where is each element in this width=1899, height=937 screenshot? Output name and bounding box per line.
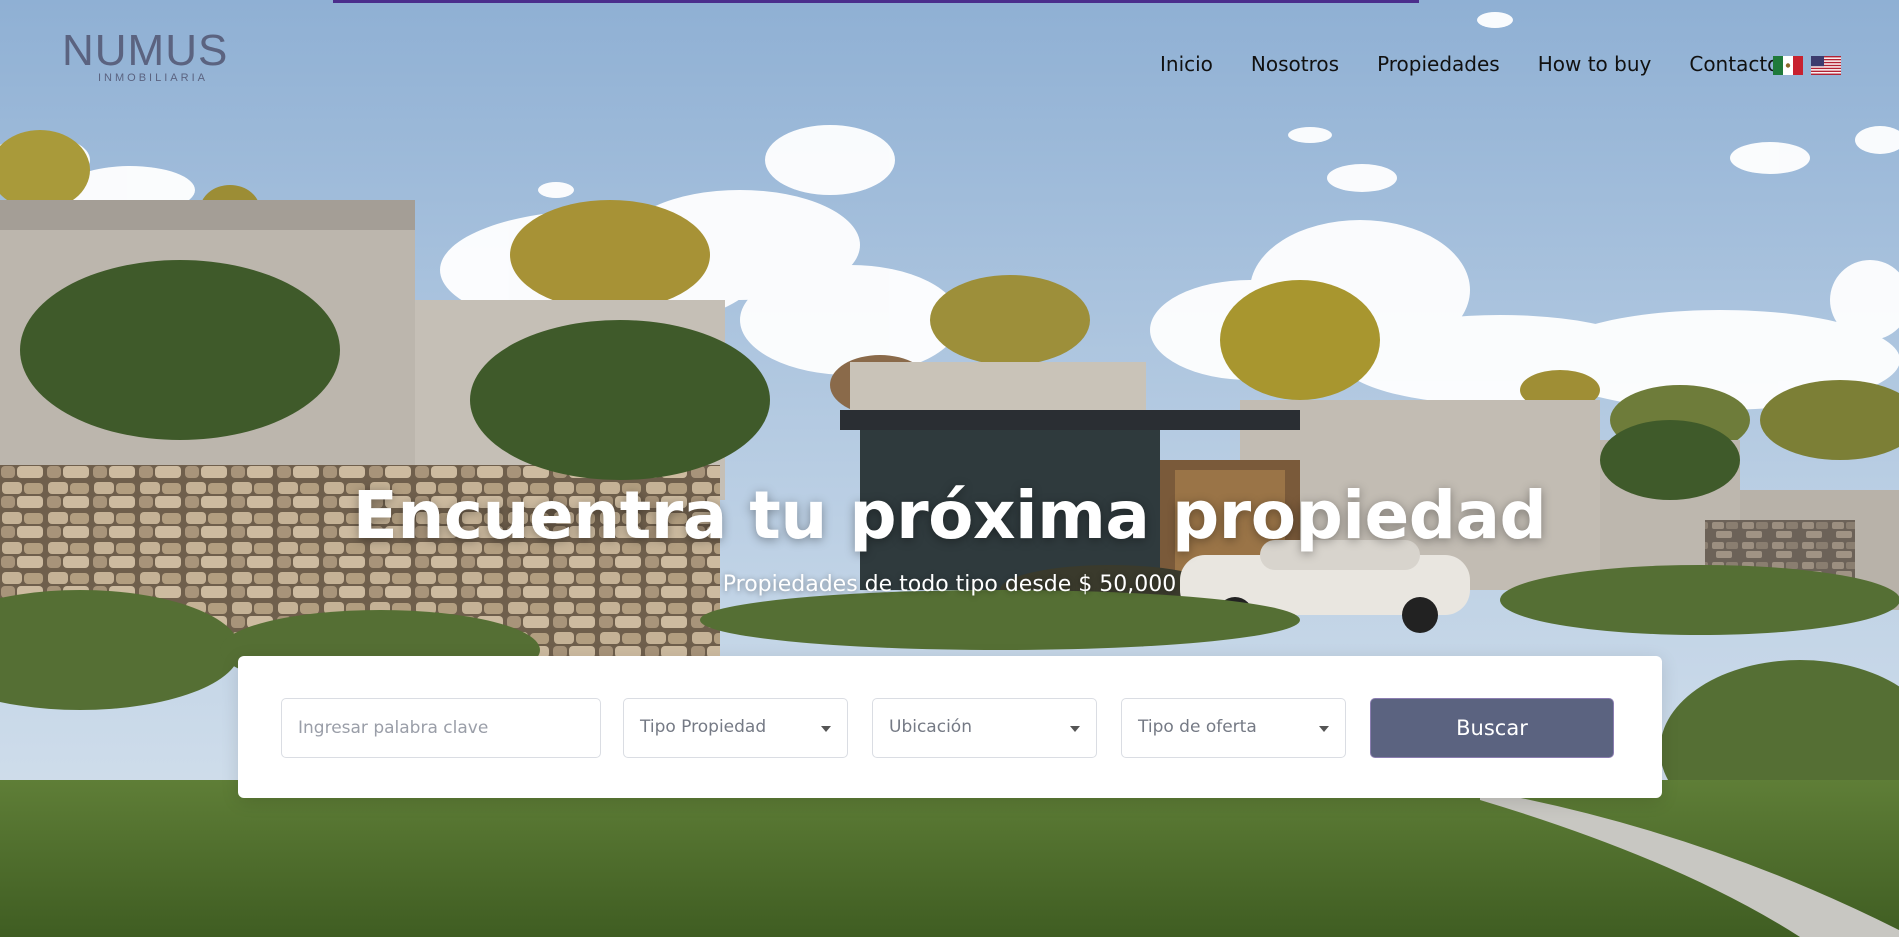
offer-type-label: Tipo de oferta — [1138, 717, 1257, 737]
hero-subtitle: Propiedades de todo tipo desde $ 50,000 — [722, 572, 1177, 597]
language-switcher — [1773, 56, 1841, 75]
top-accent-bar — [333, 0, 1419, 3]
nav-item-contacto[interactable]: Contacto — [1689, 52, 1779, 76]
usa-flag-icon[interactable] — [1811, 56, 1841, 75]
chevron-down-icon — [1319, 726, 1329, 732]
chevron-down-icon — [821, 726, 831, 732]
search-button[interactable]: Buscar — [1370, 698, 1614, 758]
property-search-panel: Tipo Propiedad Ubicación Tipo de oferta … — [238, 656, 1662, 798]
offer-type-select[interactable]: Tipo de oferta — [1121, 698, 1346, 758]
nav-item-how-to-buy[interactable]: How to buy — [1538, 52, 1652, 76]
property-type-select[interactable]: Tipo Propiedad — [623, 698, 848, 758]
main-navigation: Inicio Nosotros Propiedades How to buy C… — [1160, 52, 1817, 76]
nav-item-nosotros[interactable]: Nosotros — [1251, 52, 1339, 76]
property-type-label: Tipo Propiedad — [640, 717, 767, 737]
brand-name: NUMUS — [62, 26, 229, 75]
hero-title: Encuentra tu próxima propiedad — [352, 477, 1547, 554]
chevron-down-icon — [1070, 726, 1080, 732]
nav-item-propiedades[interactable]: Propiedades — [1377, 52, 1500, 76]
location-label: Ubicación — [889, 717, 972, 737]
nav-item-inicio[interactable]: Inicio — [1160, 52, 1213, 76]
brand-logo[interactable]: NUMUS INMOBILIARIA — [62, 28, 238, 86]
mexico-flag-icon[interactable] — [1773, 56, 1803, 75]
brand-tagline: INMOBILIARIA — [98, 72, 208, 84]
location-select[interactable]: Ubicación — [872, 698, 1097, 758]
keyword-field — [281, 698, 601, 758]
keyword-search-input[interactable] — [282, 699, 600, 757]
